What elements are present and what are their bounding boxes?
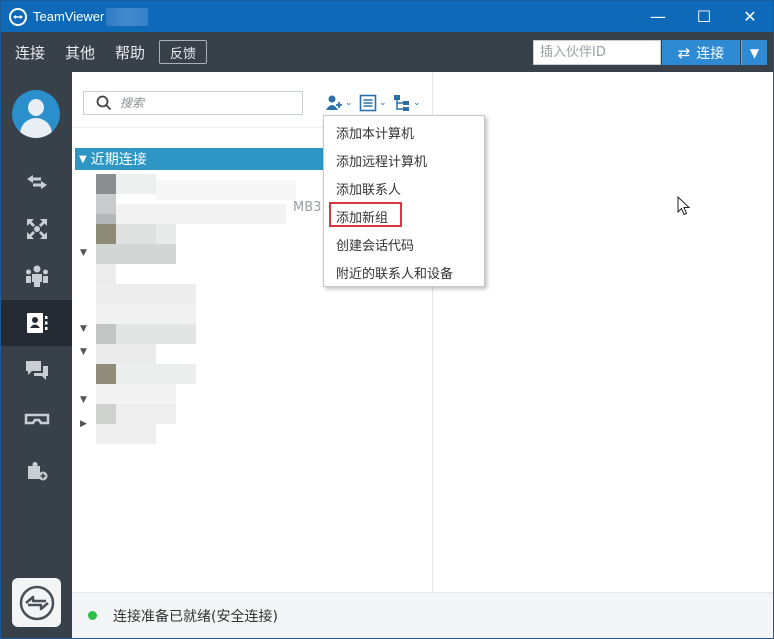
redacted-contact-text — [116, 224, 156, 244]
redacted-contact-text — [96, 244, 176, 264]
menu-extras[interactable]: 其他 — [65, 42, 95, 63]
status-text: 连接准备已就绪(安全连接) — [113, 608, 278, 625]
chevron-down-icon: ▼ — [749, 45, 760, 60]
redacted-contact-text — [156, 224, 176, 244]
collapse-triangle-icon[interactable]: ▶ — [80, 419, 87, 429]
connect-arrows-icon: ⇄ — [677, 43, 691, 62]
menu-nearby-contacts-devices[interactable]: 附近的联系人和设备 — [336, 263, 453, 282]
menu-create-session-code[interactable]: 创建会话代码 — [336, 235, 414, 254]
redacted-contact-text — [96, 284, 196, 304]
apps-icon — [27, 462, 47, 481]
community-icon — [25, 265, 48, 287]
menu-add-new-group[interactable]: 添加新组 — [336, 207, 388, 226]
redacted-contact-thumb — [96, 324, 116, 344]
add-contact-icon — [326, 95, 342, 110]
teamviewer-logo-icon — [9, 7, 27, 26]
title-bar: TeamViewer — ☐ ✕ — [1, 1, 773, 32]
left-navigation — [1, 72, 72, 638]
status-bar: 连接准备已就绪(安全连接) — [72, 592, 773, 638]
menu-help[interactable]: 帮助 — [115, 42, 145, 63]
meeting-icon — [26, 219, 47, 239]
redacted-contact-text — [96, 264, 116, 284]
group-header-label: 近期连接 — [90, 152, 147, 168]
user-avatar[interactable] — [12, 90, 60, 138]
redacted-contact-text — [96, 344, 156, 364]
redacted-contact-thumb — [96, 364, 116, 384]
redacted-contact-text — [116, 174, 156, 194]
augmented-reality-icon — [24, 413, 49, 425]
mouse-cursor-icon — [677, 196, 691, 216]
redacted-contact-text — [96, 384, 176, 404]
menu-add-contact[interactable]: 添加联系人 — [336, 179, 401, 198]
nav-remote-control[interactable] — [1, 159, 72, 205]
redacted-contact-thumb — [96, 404, 116, 424]
nav-apps[interactable] — [1, 448, 72, 494]
redacted-contact-text — [116, 204, 286, 224]
redacted-contact-text — [116, 364, 196, 384]
add-contact-menu-button[interactable]: ⌄ — [325, 94, 353, 112]
nav-augmented-reality[interactable] — [1, 396, 72, 442]
expand-triangle-icon: ▼ — [79, 153, 87, 165]
search-icon — [96, 95, 112, 111]
remote-control-icon — [26, 175, 47, 189]
group-tree-icon — [394, 95, 409, 111]
chevron-down-icon: ⌄ — [413, 98, 421, 108]
close-button[interactable]: ✕ — [727, 1, 773, 32]
contact-partial-name: MB3 — [293, 200, 322, 215]
search-box[interactable] — [83, 91, 303, 115]
view-options-button[interactable]: ⌄ — [359, 94, 387, 112]
menu-connection[interactable]: 连接 — [15, 42, 45, 63]
redacted-contact-text — [96, 304, 196, 324]
teamviewer-arrows-icon — [19, 585, 54, 620]
expand-triangle-icon[interactable]: ▼ — [80, 248, 87, 258]
redacted-contact-thumb — [96, 194, 116, 214]
nav-community[interactable] — [1, 253, 72, 299]
menu-add-remote-computer[interactable]: 添加远程计算机 — [336, 151, 427, 170]
nav-contacts[interactable] — [1, 300, 72, 346]
status-indicator-icon — [88, 611, 97, 620]
search-input[interactable] — [120, 96, 290, 110]
menu-bar: 连接 其他 帮助 反馈 ⇄ 连接 ▼ — [1, 32, 773, 72]
menu-add-this-computer[interactable]: 添加本计算机 — [336, 123, 414, 142]
group-options-button[interactable]: ⌄ — [393, 94, 421, 112]
nav-chat[interactable] — [1, 348, 72, 394]
chevron-down-icon: ⌄ — [345, 98, 353, 108]
list-view-icon — [359, 94, 377, 112]
window-title: TeamViewer — [33, 9, 105, 24]
redacted-contact-thumb — [96, 224, 116, 244]
maximize-button[interactable]: ☐ — [681, 1, 727, 32]
partner-id-input[interactable] — [533, 40, 661, 65]
redacted-title-suffix — [106, 7, 149, 26]
feedback-button[interactable]: 反馈 — [159, 40, 208, 64]
chat-icon — [25, 361, 48, 380]
redacted-contact-text — [156, 180, 296, 200]
expand-triangle-icon[interactable]: ▼ — [80, 347, 87, 357]
nav-meeting[interactable] — [1, 206, 72, 252]
expand-triangle-icon[interactable]: ▼ — [80, 395, 87, 405]
teamviewer-brand-logo — [12, 578, 61, 627]
teamviewer-window: TeamViewer — ☐ ✕ 连接 其他 帮助 反馈 ⇄ 连接 ▼ — [0, 0, 774, 639]
redacted-contact-text — [116, 324, 196, 344]
chevron-down-icon: ⌄ — [379, 98, 387, 108]
redacted-contact-text — [116, 404, 176, 424]
minimize-button[interactable]: — — [635, 1, 681, 32]
add-menu-dropdown: 添加本计算机 添加远程计算机 添加联系人 添加新组 创建会话代码 附近的联系人和… — [323, 115, 485, 287]
connect-dropdown-button[interactable]: ▼ — [741, 40, 767, 65]
group-header-recent[interactable]: ▼ 近期连接 — [75, 148, 327, 170]
contacts-icon — [26, 313, 47, 333]
redacted-contact-text — [96, 424, 156, 444]
connect-button[interactable]: ⇄ 连接 — [662, 40, 740, 65]
redacted-contact-thumb — [96, 174, 116, 194]
expand-triangle-icon[interactable]: ▼ — [80, 324, 87, 334]
connect-label: 连接 — [696, 45, 725, 62]
